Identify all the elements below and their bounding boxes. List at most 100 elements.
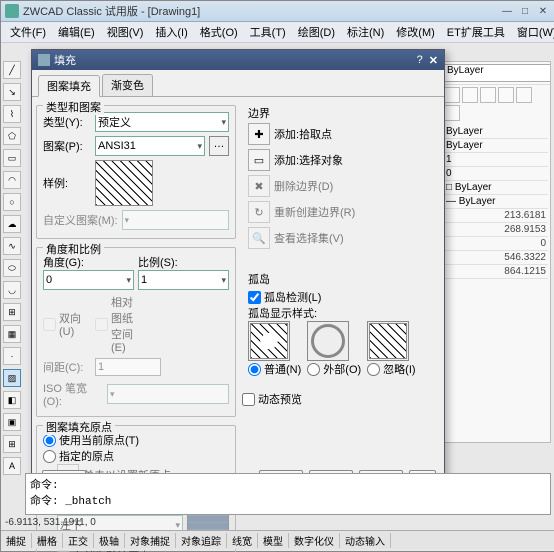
- tool-block-icon[interactable]: ▦: [3, 325, 21, 343]
- menu-file[interactable]: 文件(F): [5, 23, 51, 41]
- layer-color-select[interactable]: ByLayer: [444, 64, 551, 82]
- recreate-boundary-button: ↻: [248, 201, 270, 223]
- tool-rect-icon[interactable]: ▭: [3, 149, 21, 167]
- ortho-toggle[interactable]: 正交: [63, 533, 94, 548]
- island-normal-radio[interactable]: 普通(N): [248, 361, 301, 377]
- island-normal-pic[interactable]: [248, 321, 290, 361]
- tab-pattern-fill[interactable]: 图案填充: [38, 75, 100, 97]
- osnap-toggle[interactable]: 对象捕捉: [125, 533, 176, 548]
- island-ignore-radio[interactable]: 忽略(I): [367, 361, 415, 377]
- dialog-title: 填充: [54, 52, 417, 68]
- menubar: 文件(F) 编辑(E) 视图(V) 插入(I) 格式(O) 工具(T) 绘图(D…: [1, 22, 554, 43]
- tab-gradient[interactable]: 渐变色: [102, 74, 153, 96]
- angle-combo[interactable]: 0: [43, 270, 134, 290]
- panel-icon[interactable]: [498, 87, 514, 103]
- grid-toggle[interactable]: 栅格: [32, 533, 63, 548]
- titlebar: ZWCAD Classic 试用版 - [Drawing1] — □ ✕: [1, 1, 554, 22]
- dialog-help-icon[interactable]: ?: [417, 54, 423, 66]
- tool-spline-icon[interactable]: ∿: [3, 237, 21, 255]
- double-checkbox: 双向(U): [43, 310, 91, 338]
- add-select-obj-button[interactable]: ▭: [248, 149, 270, 171]
- tool-polygon-icon[interactable]: ⬠: [3, 127, 21, 145]
- tool-revcloud-icon[interactable]: ☁: [3, 215, 21, 233]
- tool-pline-icon[interactable]: ⌇: [3, 105, 21, 123]
- group-angle-scale: 角度和比例 角度(G):0 比例(S):1 双向(U) 相对图纸空间(E) 间距…: [36, 247, 236, 417]
- island-outer-radio[interactable]: 外部(O): [307, 361, 361, 377]
- dialog-titlebar[interactable]: 填充 ? ✕: [32, 50, 444, 70]
- properties-panel: ByLayer ByLayer ByLayer 1 0 □ ByLayer — …: [441, 61, 551, 443]
- custom-pattern-combo: [122, 210, 229, 230]
- group-boundary: 边界 ✚添加:拾取点 ▭添加:选择对象 ✖删除边界(D) ↻重新创建边界(R) …: [242, 105, 440, 257]
- digitizer-toggle[interactable]: 数字化仪: [289, 533, 340, 548]
- prop-row: 213.6181: [444, 209, 548, 223]
- tool-text-icon[interactable]: A: [3, 457, 21, 475]
- tool-ellipse-icon[interactable]: ⬭: [3, 259, 21, 277]
- sample-swatch[interactable]: [95, 160, 153, 206]
- menu-window[interactable]: 窗口(W): [512, 23, 554, 41]
- snap-toggle[interactable]: 捕捉: [1, 533, 32, 548]
- dialog-close-button[interactable]: ✕: [429, 54, 438, 67]
- tool-gradient-icon[interactable]: ◧: [3, 391, 21, 409]
- tool-ellarc-icon[interactable]: ◡: [3, 281, 21, 299]
- polar-toggle[interactable]: 极轴: [94, 533, 125, 548]
- menu-et[interactable]: ET扩展工具: [442, 23, 510, 41]
- prop-row: ByLayer: [444, 139, 548, 153]
- prop-row: 864.1215: [444, 265, 548, 279]
- maximize-button[interactable]: □: [517, 4, 533, 18]
- menu-dim[interactable]: 标注(N): [342, 23, 389, 41]
- island-outer-pic[interactable]: [307, 321, 349, 361]
- dyn-input-toggle[interactable]: 动态输入: [340, 533, 391, 548]
- menu-tools[interactable]: 工具(T): [245, 23, 291, 41]
- prop-row: 268.9153: [444, 223, 548, 237]
- specify-origin-radio[interactable]: 指定的原点: [43, 448, 229, 464]
- panel-icon[interactable]: [462, 87, 478, 103]
- tool-circle-icon[interactable]: ○: [3, 193, 21, 211]
- model-toggle[interactable]: 模型: [258, 533, 289, 548]
- tool-region-icon[interactable]: ▣: [3, 413, 21, 431]
- pattern-combo[interactable]: ANSI31: [95, 136, 205, 156]
- panel-icon[interactable]: [444, 87, 460, 103]
- otrack-toggle[interactable]: 对象追踪: [176, 533, 227, 548]
- command-line[interactable]: 命令: 命令: _bhatch: [25, 473, 551, 515]
- tool-line-icon[interactable]: ╱: [3, 61, 21, 79]
- prop-row: 546.3322: [444, 251, 548, 265]
- type-combo[interactable]: 预定义: [95, 112, 229, 132]
- prop-row: — ByLayer: [444, 195, 548, 209]
- dynamic-preview-checkbox[interactable]: 动态预览: [242, 391, 440, 407]
- minimize-button[interactable]: —: [499, 4, 515, 18]
- menu-view[interactable]: 视图(V): [102, 23, 149, 41]
- panel-icons: [442, 85, 550, 123]
- close-button[interactable]: ✕: [535, 4, 551, 18]
- draw-toolbar: ╱ ↘ ⌇ ⬠ ▭ ◠ ○ ☁ ∿ ⬭ ◡ ⊞ ▦ · ▨ ◧ ▣ ⊞ A: [3, 61, 21, 475]
- menu-insert[interactable]: 插入(I): [150, 23, 192, 41]
- pattern-browse-button[interactable]: …: [209, 136, 229, 156]
- prop-row: 0: [444, 237, 548, 251]
- tool-arc-icon[interactable]: ◠: [3, 171, 21, 189]
- add-pick-point-button[interactable]: ✚: [248, 123, 270, 145]
- menu-modify[interactable]: 修改(M): [391, 23, 440, 41]
- view-selection-button: 🔍: [248, 227, 270, 249]
- prop-row: 1: [444, 153, 548, 167]
- group-island: 孤岛 孤岛检测(L) 孤岛显示样式: 普通(N) 外部(O) 忽略(I): [242, 265, 440, 381]
- tool-xline-icon[interactable]: ↘: [3, 83, 21, 101]
- island-ignore-pic[interactable]: [367, 321, 409, 361]
- main-window: ZWCAD Classic 试用版 - [Drawing1] — □ ✕ 文件(…: [0, 0, 554, 552]
- menu-draw[interactable]: 绘图(D): [293, 23, 340, 41]
- hatch-icon: [38, 54, 50, 66]
- panel-icon[interactable]: [480, 87, 496, 103]
- menu-format[interactable]: 格式(O): [195, 23, 243, 41]
- panel-icon[interactable]: [516, 87, 532, 103]
- spacing-input: [95, 358, 161, 376]
- app-icon: [5, 4, 19, 18]
- scale-combo[interactable]: 1: [138, 270, 229, 290]
- tool-table-icon[interactable]: ⊞: [3, 435, 21, 453]
- lwt-toggle[interactable]: 线宽: [227, 533, 258, 548]
- island-detect-checkbox[interactable]: 孤岛检测(L): [248, 289, 434, 305]
- menu-edit[interactable]: 编辑(E): [53, 23, 100, 41]
- tool-insert-icon[interactable]: ⊞: [3, 303, 21, 321]
- tool-point-icon[interactable]: ·: [3, 347, 21, 365]
- hatch-dialog: 填充 ? ✕ 图案填充 渐变色 类型和图案 类型(Y):预定义 图案(P):AN…: [31, 49, 445, 497]
- dialog-tabs: 图案填充 渐变色: [32, 70, 444, 97]
- panel-icon[interactable]: [444, 105, 460, 121]
- tool-hatch-icon[interactable]: ▨: [3, 369, 21, 387]
